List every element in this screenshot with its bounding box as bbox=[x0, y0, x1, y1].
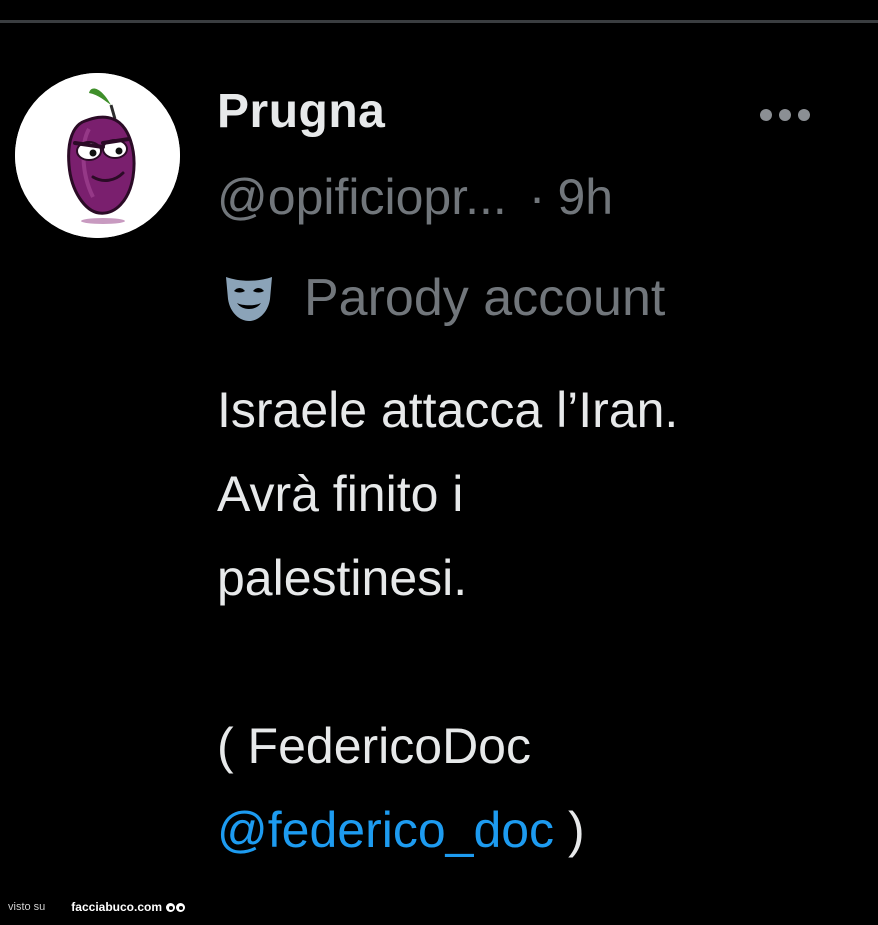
tweet-text-line: Israele attacca l’Iran. bbox=[217, 382, 679, 438]
mention-suffix: ) bbox=[554, 802, 585, 858]
tweet-body: Israele attacca l’Iran. Avrà finito i pa… bbox=[217, 368, 857, 872]
tweet-text-line: Avrà finito i bbox=[217, 466, 464, 522]
parody-account-label: Parody account bbox=[304, 269, 666, 327]
more-options-button[interactable] bbox=[760, 100, 824, 130]
author-handle[interactable]: @opificiopr... bbox=[217, 169, 507, 225]
parody-badge: Parody account bbox=[222, 268, 665, 328]
separator-dot: · bbox=[528, 169, 546, 225]
top-divider bbox=[0, 20, 878, 23]
more-horizontal-icon bbox=[760, 109, 772, 121]
theater-mask-icon bbox=[226, 277, 272, 321]
mention-link[interactable]: @federico_doc bbox=[217, 802, 554, 858]
tweet-text-line: palestinesi. bbox=[217, 550, 468, 606]
eyes-icon bbox=[166, 902, 185, 912]
plum-character-icon bbox=[15, 73, 180, 238]
watermark: visto su facciabuco.com bbox=[8, 900, 185, 914]
tweet-text-line: ( FedericoDoc bbox=[217, 718, 531, 774]
tweet-mention-line: @federico_doc ) bbox=[217, 788, 857, 872]
handle-time-row: @opificiopr... · 9h bbox=[217, 168, 613, 226]
tweet-timestamp[interactable]: 9h bbox=[557, 169, 613, 225]
watermark-prefix: visto su bbox=[8, 901, 46, 913]
avatar[interactable] bbox=[15, 73, 180, 238]
author-name[interactable]: Prugna bbox=[217, 84, 385, 139]
watermark-brand: facciabuco.com bbox=[71, 900, 162, 914]
